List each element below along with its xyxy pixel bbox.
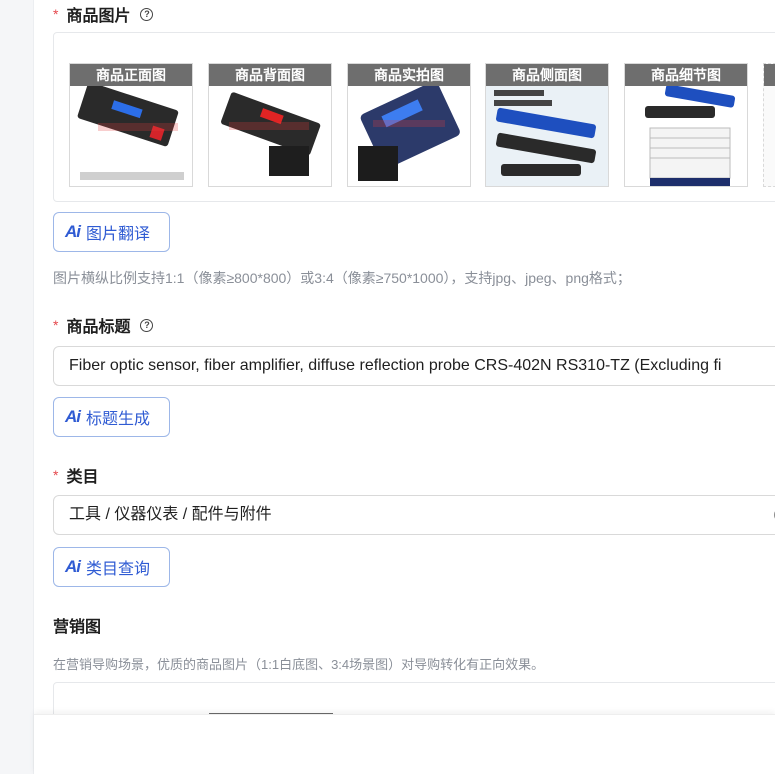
question-circle-icon[interactable]: ? xyxy=(140,7,154,21)
thumbnail-back[interactable]: 商品背面图 xyxy=(208,63,332,187)
required-mark: * xyxy=(53,6,59,22)
thumbnail-real[interactable]: 商品实拍图 xyxy=(347,63,471,187)
thumbnail-front[interactable]: 商品正面图 xyxy=(69,63,193,187)
image-upload-box: 商品正面图 商品背面图 商品实拍图 商品侧面图 商品细节图 xyxy=(53,32,775,202)
thumbnail-caption: 商品背面图 xyxy=(209,64,331,86)
product-detail-image xyxy=(625,86,747,186)
product-front-image xyxy=(70,86,192,186)
category-field-label: * 类目 xyxy=(53,463,98,487)
title-generate-button[interactable]: Ai 标题生成 xyxy=(53,397,170,437)
category-query-label: 类目查询 xyxy=(86,561,151,578)
images-field-label: * 商品图片 ? xyxy=(53,2,154,26)
title-input[interactable]: Fiber optic sensor, fiber amplifier, dif… xyxy=(53,346,775,386)
required-mark: * xyxy=(53,317,59,333)
image-translate-button[interactable]: Ai 图片翻译 xyxy=(53,212,170,252)
marketing-field-label: 营销图 xyxy=(53,613,101,637)
image-translate-label: 图片翻译 xyxy=(86,226,151,243)
required-mark: * xyxy=(53,467,59,483)
product-back-image xyxy=(209,86,331,186)
thumbnail-caption: 商品侧面图 xyxy=(486,64,608,86)
thumbnail-detail[interactable]: 商品细节图 xyxy=(624,63,748,187)
ai-icon: Ai xyxy=(65,407,81,426)
marketing-hint-text: 在营销导购场景，优质的商品图片（1:1白底图、3:4场景图）对导购转化有正向效果… xyxy=(53,657,545,672)
sticky-footer-bar xyxy=(34,714,775,774)
thumbnail-side[interactable]: 商品侧面图 xyxy=(485,63,609,187)
question-circle-icon[interactable]: ? xyxy=(140,318,154,332)
product-real-image xyxy=(348,86,470,186)
thumbnail-caption-partial xyxy=(764,64,775,86)
category-value: 工具 / 仪器仪表 / 配件与附件 xyxy=(69,506,272,523)
left-sidebar-strip xyxy=(0,0,34,774)
image-hint-text: 图片横纵比例支持1:1（像素≥800*800）或3:4（像素≥750*1000）… xyxy=(53,270,631,286)
thumbnail-caption: 商品细节图 xyxy=(625,64,747,86)
title-generate-label: 标题生成 xyxy=(86,411,151,428)
title-label-text: 商品标题 xyxy=(66,319,131,336)
category-label-text: 类目 xyxy=(66,469,99,486)
title-field-label: * 商品标题 ? xyxy=(53,313,154,337)
ai-icon: Ai xyxy=(65,222,81,241)
images-label-text: 商品图片 xyxy=(66,8,131,25)
product-form: * 商品图片 ? 商品正面图 商品背面图 商品实拍图 商品侧面图 商品细节图 A… xyxy=(53,0,775,774)
category-select[interactable]: 工具 / 仪器仪表 / 配件与附件 xyxy=(53,495,775,535)
thumbnail-caption: 商品实拍图 xyxy=(348,64,470,86)
ai-icon: Ai xyxy=(65,557,81,576)
thumbnail-more[interactable] xyxy=(763,63,775,187)
thumbnail-caption: 商品正面图 xyxy=(70,64,192,86)
product-side-image xyxy=(486,86,608,186)
marketing-label-text: 营销图 xyxy=(53,619,102,636)
category-query-button[interactable]: Ai 类目查询 xyxy=(53,547,170,587)
